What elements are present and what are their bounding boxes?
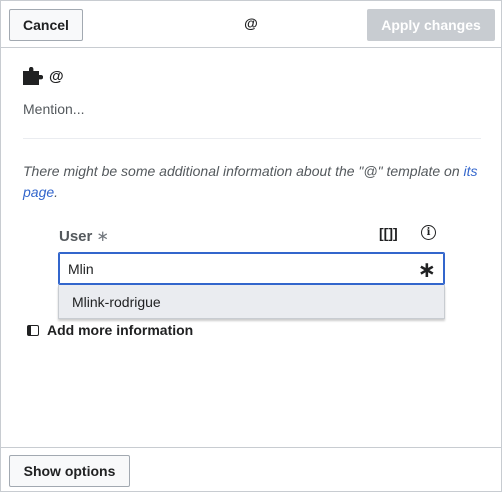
note-text-end: . [54,184,59,200]
divider [23,138,481,139]
template-name: @ [49,67,64,85]
required-icon: ∗ [96,228,109,245]
dialog-header: Cancel @ Apply changes [1,1,501,48]
param-label-user: User ∗ [59,227,109,245]
wikitext-icon[interactable]: [[]] [379,225,398,241]
info-icon[interactable]: i [421,225,436,240]
template-heading: @ [23,67,64,85]
suggestion-item[interactable]: Mlink-rodrigue [58,285,445,319]
puzzle-icon [23,67,43,85]
panel-icon [27,324,39,336]
template-note: There might be some additional informati… [23,161,483,203]
user-input-value[interactable]: Mlin [68,261,94,277]
suggestion-label[interactable]: Mlink-rodrigue [72,294,161,310]
show-options-button[interactable]: Show options [9,455,130,487]
note-text: There might be some additional informati… [23,163,464,179]
template-description: Mention... [23,101,85,117]
template-dialog: Cancel @ Apply changes @ Mention... Ther… [0,0,502,492]
param-label-text: User [59,228,93,245]
apply-changes-button[interactable]: Apply changes [367,9,495,41]
add-more-label[interactable]: Add more information [47,322,193,338]
dialog-footer: Show options [1,447,501,492]
required-field-icon: ∗ [417,257,436,282]
user-input[interactable]: Mlin ∗ [58,252,445,285]
add-more-information-button[interactable]: Add more information [27,322,193,338]
